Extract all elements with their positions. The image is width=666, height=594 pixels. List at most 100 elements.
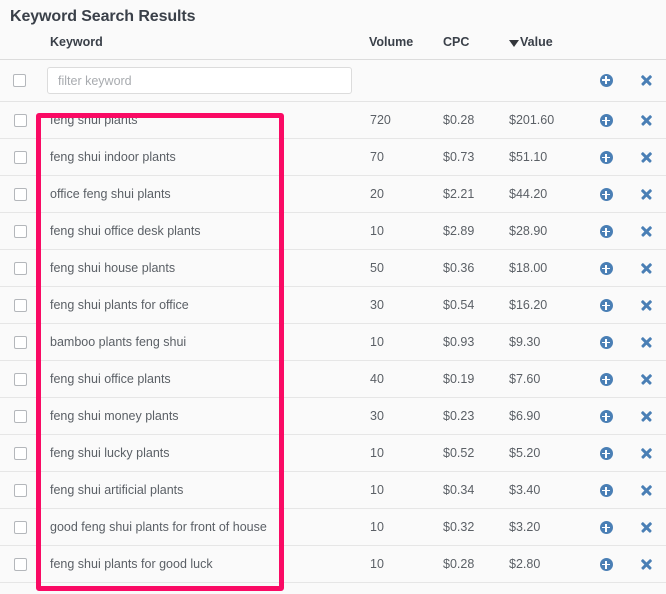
table-row[interactable]: feng shui plants for office 30 $0.54 $16.20 xyxy=(0,286,666,324)
row-add-cell xyxy=(586,101,626,139)
filter-cpc-cell xyxy=(432,59,500,102)
close-x-icon[interactable] xyxy=(640,521,653,534)
close-x-icon[interactable] xyxy=(640,336,653,349)
table-row[interactable]: good feng shui plants for front of house… xyxy=(0,508,666,546)
filter-row xyxy=(0,59,666,102)
close-x-icon[interactable] xyxy=(640,225,653,238)
table-row[interactable]: office feng shui plants 20 $2.21 $44.20 xyxy=(0,175,666,213)
row-add-cell xyxy=(586,175,626,213)
column-header-keyword[interactable]: Keyword xyxy=(36,35,352,60)
cell-keyword: feng shui plants for good luck xyxy=(36,545,352,583)
close-x-icon[interactable] xyxy=(640,188,653,201)
row-checkbox[interactable] xyxy=(14,336,27,350)
table-row[interactable]: feng shui lucky plants 10 $0.52 $5.20 xyxy=(0,434,666,472)
table-row[interactable]: feng shui indoor plants 70 $0.73 $51.10 xyxy=(0,138,666,176)
cell-cpc: $0.34 xyxy=(432,471,500,509)
add-circle-icon[interactable] xyxy=(599,336,613,350)
close-x-icon[interactable] xyxy=(640,262,653,275)
row-checkbox[interactable] xyxy=(14,558,27,572)
close-x-icon[interactable] xyxy=(640,74,653,87)
filter-keyword-input[interactable] xyxy=(47,67,352,94)
row-checkbox[interactable] xyxy=(14,447,27,461)
add-circle-icon[interactable] xyxy=(599,558,613,572)
add-circle-icon[interactable] xyxy=(599,299,613,313)
add-circle-icon[interactable] xyxy=(599,373,613,387)
row-select-cell xyxy=(0,101,36,139)
cell-value: $28.90 xyxy=(500,212,586,250)
close-x-icon[interactable] xyxy=(640,114,653,127)
table-row[interactable]: feng shui office desk plants 10 $2.89 $28.9… xyxy=(0,212,666,250)
row-checkbox[interactable] xyxy=(14,114,27,128)
row-remove-cell xyxy=(626,286,666,324)
add-circle-icon[interactable] xyxy=(599,114,613,128)
row-add-cell xyxy=(586,138,626,176)
cell-volume: 40 xyxy=(352,360,432,398)
row-remove-cell xyxy=(626,397,666,435)
table-row[interactable]: feng shui money plants 30 $0.23 $6.90 xyxy=(0,397,666,435)
row-checkbox[interactable] xyxy=(14,410,27,424)
table-row[interactable]: feng shui office plants 40 $0.19 $7.60 xyxy=(0,360,666,398)
row-add-cell xyxy=(586,397,626,435)
row-remove-cell xyxy=(626,508,666,546)
add-circle-icon[interactable] xyxy=(599,447,613,461)
close-x-icon[interactable] xyxy=(640,373,653,386)
cell-keyword: feng shui house plants xyxy=(36,249,352,287)
add-circle-icon[interactable] xyxy=(599,188,613,202)
row-checkbox[interactable] xyxy=(14,484,27,498)
cell-value: $201.60 xyxy=(500,101,586,139)
row-checkbox[interactable] xyxy=(14,373,27,387)
cell-cpc: $0.93 xyxy=(432,323,500,361)
row-checkbox[interactable] xyxy=(14,151,27,165)
row-checkbox[interactable] xyxy=(14,299,27,313)
close-x-icon[interactable] xyxy=(640,299,653,312)
row-select-cell xyxy=(0,545,36,583)
cell-cpc: $0.32 xyxy=(432,508,500,546)
cell-value: $3.40 xyxy=(500,471,586,509)
row-select-cell xyxy=(0,323,36,361)
select-all-checkbox[interactable] xyxy=(13,73,26,87)
filter-body xyxy=(0,59,666,102)
add-circle-icon[interactable] xyxy=(599,484,613,498)
page-title: Keyword Search Results xyxy=(10,8,196,25)
close-x-icon[interactable] xyxy=(640,447,653,460)
table-row[interactable]: bamboo plants feng shui 10 $0.93 $9.30 xyxy=(0,323,666,361)
row-checkbox[interactable] xyxy=(14,188,27,202)
table-row[interactable]: feng shui artificial plants 10 $0.34 $3.40 xyxy=(0,471,666,509)
table-row[interactable]: feng shui house plants 50 $0.36 $18.00 xyxy=(0,249,666,287)
add-circle-icon[interactable] xyxy=(599,151,613,165)
row-remove-cell xyxy=(626,545,666,583)
cell-volume: 30 xyxy=(352,397,432,435)
close-x-icon[interactable] xyxy=(640,558,653,571)
close-x-icon[interactable] xyxy=(640,410,653,423)
cell-cpc: $0.54 xyxy=(432,286,500,324)
row-add-cell xyxy=(586,545,626,583)
add-circle-icon[interactable] xyxy=(599,73,613,87)
column-header-cpc[interactable]: CPC xyxy=(432,35,500,60)
column-header-volume[interactable]: Volume xyxy=(352,35,432,60)
row-checkbox[interactable] xyxy=(14,225,27,239)
cell-keyword: bamboo plants feng shui xyxy=(36,323,352,361)
row-remove-cell xyxy=(626,360,666,398)
table-row[interactable]: feng shui plants 720 $0.28 $201.60 xyxy=(0,101,666,139)
cell-value: $2.80 xyxy=(500,545,586,583)
row-select-cell xyxy=(0,138,36,176)
cell-keyword: feng shui indoor plants xyxy=(36,138,352,176)
row-select-cell xyxy=(0,212,36,250)
add-circle-icon[interactable] xyxy=(599,410,613,424)
cell-cpc: $2.21 xyxy=(432,175,500,213)
cell-cpc: $0.19 xyxy=(432,360,500,398)
cell-volume: 10 xyxy=(352,212,432,250)
table-row[interactable]: feng shui plants for good luck 10 $0.28 $2.… xyxy=(0,545,666,583)
add-circle-icon[interactable] xyxy=(599,225,613,239)
close-x-icon[interactable] xyxy=(640,151,653,164)
row-remove-cell xyxy=(626,471,666,509)
add-circle-icon[interactable] xyxy=(599,521,613,535)
column-header-value[interactable]: Value xyxy=(500,35,586,60)
cell-volume: 50 xyxy=(352,249,432,287)
cell-keyword: feng shui plants for office xyxy=(36,286,352,324)
row-checkbox[interactable] xyxy=(14,262,27,276)
add-circle-icon[interactable] xyxy=(599,262,613,276)
close-x-icon[interactable] xyxy=(640,484,653,497)
cell-volume: 10 xyxy=(352,508,432,546)
row-checkbox[interactable] xyxy=(14,521,27,535)
